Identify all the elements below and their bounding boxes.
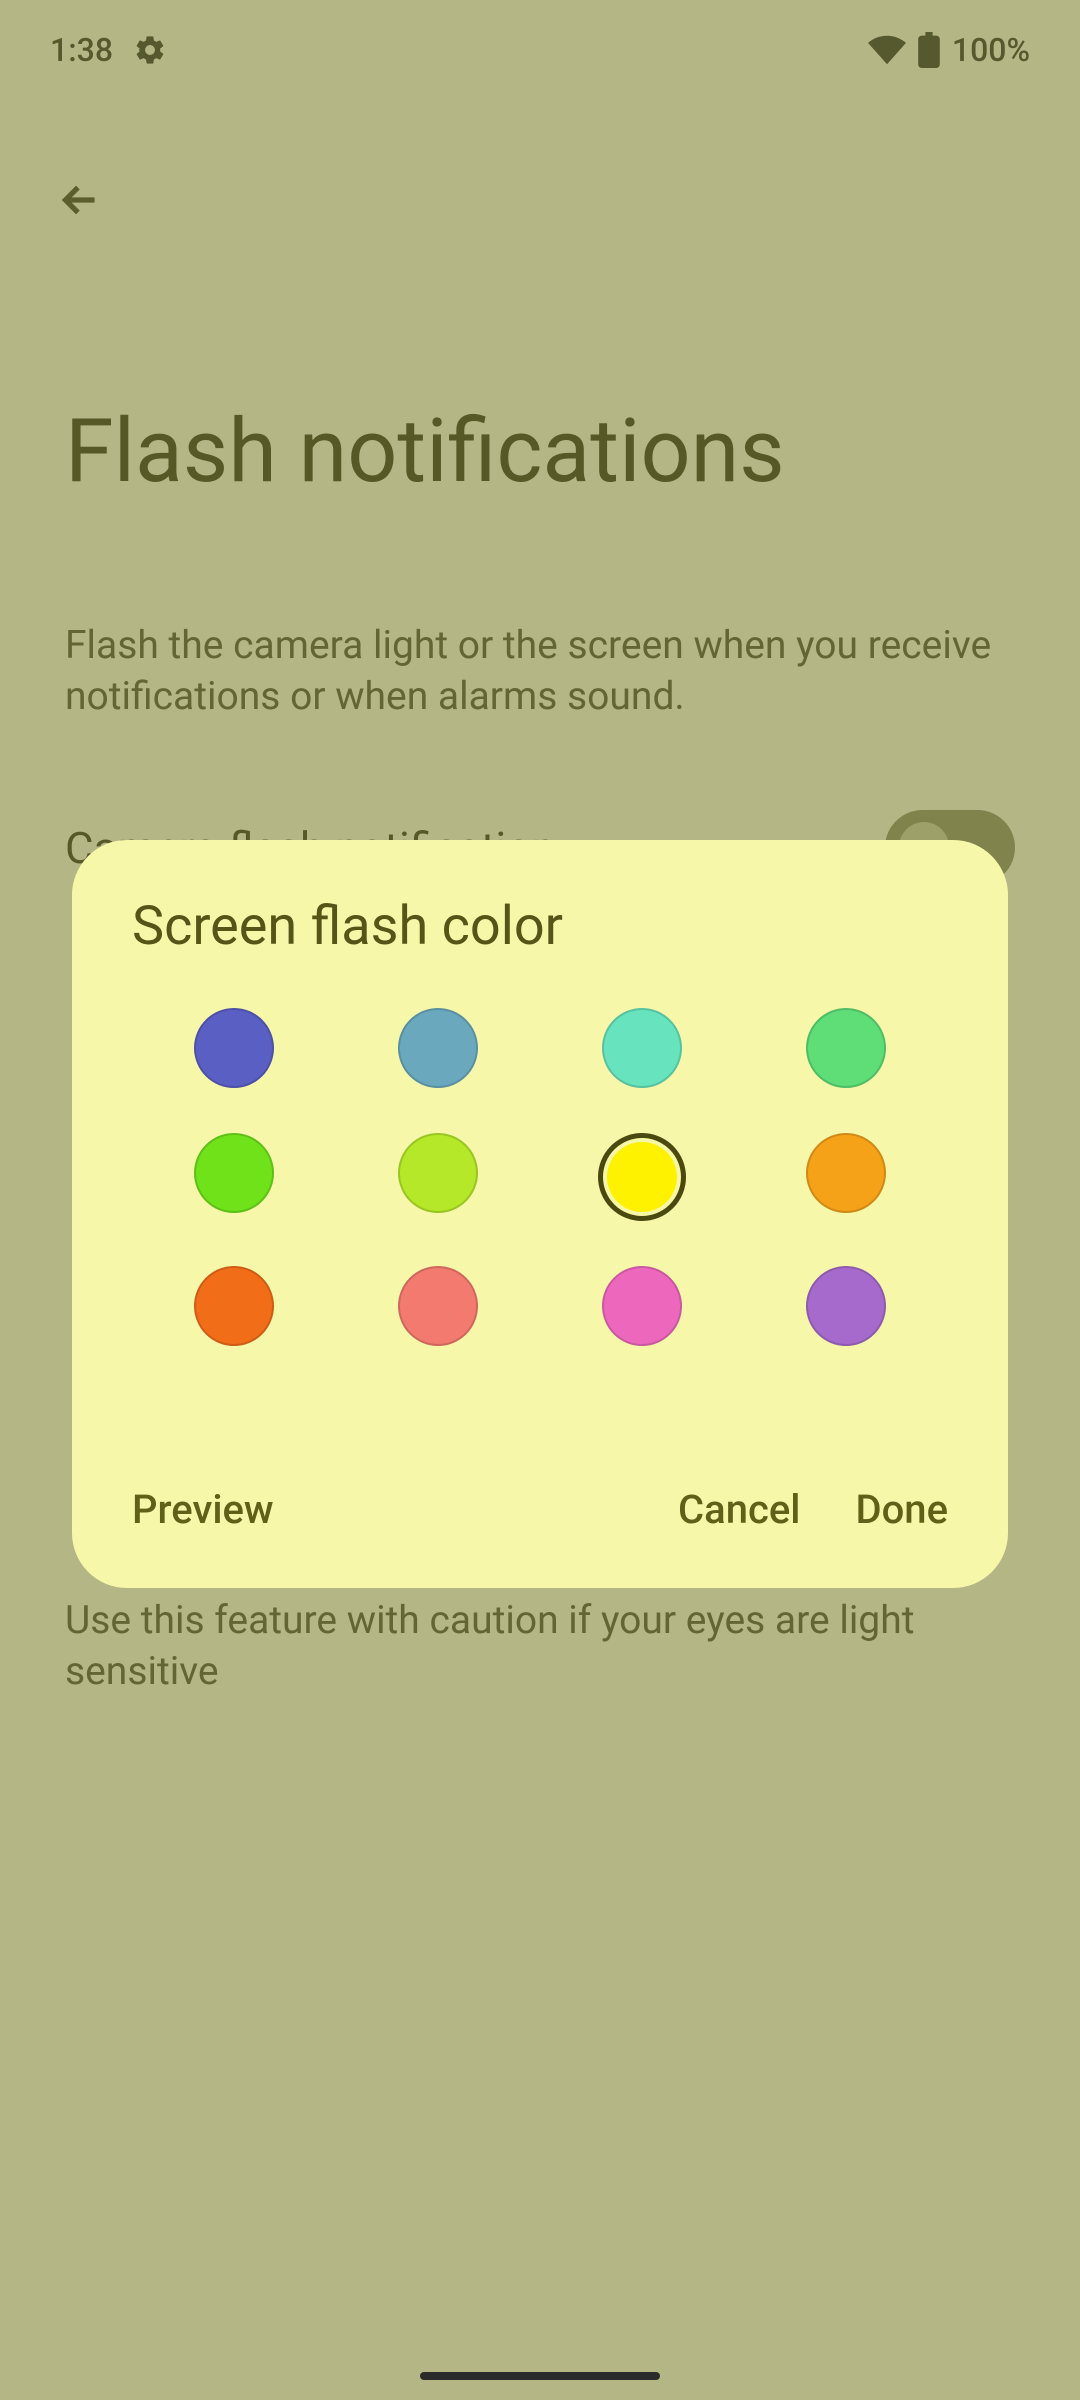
color-swatch-pink[interactable] xyxy=(602,1266,682,1346)
navigation-bar[interactable] xyxy=(420,2372,660,2380)
color-swatch-purple[interactable] xyxy=(806,1266,886,1346)
color-swatch-green[interactable] xyxy=(806,1008,886,1088)
color-swatch-coral[interactable] xyxy=(398,1266,478,1346)
color-grid xyxy=(132,1008,948,1346)
color-swatch-orange[interactable] xyxy=(194,1266,274,1346)
color-swatch-chartreuse[interactable] xyxy=(398,1133,478,1213)
cancel-button[interactable]: Cancel xyxy=(678,1486,800,1533)
color-swatch-amber[interactable] xyxy=(806,1133,886,1213)
dialog-title: Screen flash color xyxy=(132,895,948,958)
color-swatch-mint[interactable] xyxy=(602,1008,682,1088)
color-swatch-yellow[interactable] xyxy=(598,1133,686,1221)
color-swatch-teal[interactable] xyxy=(398,1008,478,1088)
color-swatch-lime-green[interactable] xyxy=(194,1133,274,1213)
preview-button[interactable]: Preview xyxy=(132,1486,274,1533)
color-picker-dialog: Screen flash color Preview Cancel Done xyxy=(72,840,1008,1588)
done-button[interactable]: Done xyxy=(856,1486,949,1533)
color-swatch-blue[interactable] xyxy=(194,1008,274,1088)
